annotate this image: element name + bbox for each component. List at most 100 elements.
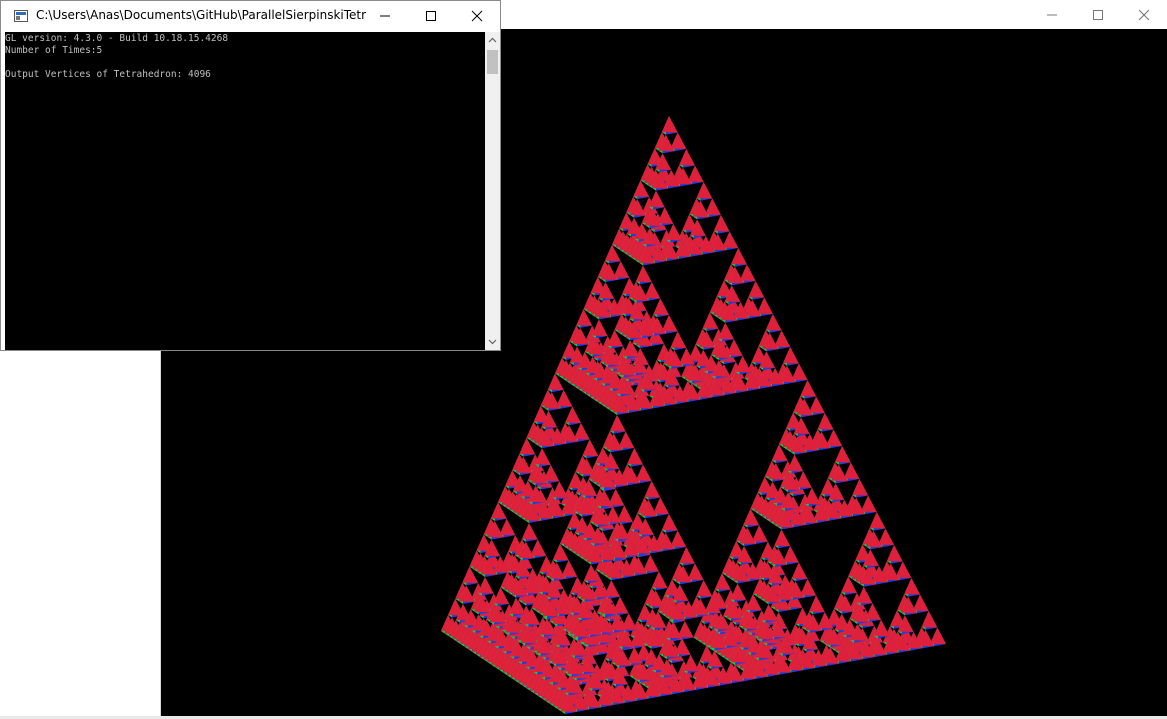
- fractal-face: [582, 439, 599, 456]
- chevron-down-icon: [488, 339, 497, 345]
- fractal-face: [826, 429, 843, 446]
- fractal-face: [635, 464, 652, 481]
- console-vertical-scrollbar[interactable]: [485, 32, 500, 350]
- fractal-face: [791, 363, 808, 380]
- fractal-face: [869, 512, 886, 529]
- fractal-face: [561, 560, 578, 577]
- fractal-face: [661, 116, 678, 133]
- fractal-face: [796, 471, 812, 488]
- fractal-face: [591, 319, 608, 336]
- scroll-up-button[interactable]: [485, 32, 500, 48]
- fractal-face: [648, 190, 665, 208]
- fractal-face: [757, 297, 773, 314]
- fractal-face: [477, 577, 494, 594]
- fractal-face: [735, 355, 752, 373]
- fractal-face: [635, 265, 652, 282]
- fractal-face: [791, 562, 808, 579]
- maximize-icon: [1093, 9, 1103, 20]
- fractal-face: [783, 347, 799, 364]
- fractal-face: [627, 448, 643, 465]
- fractal-face: [873, 619, 890, 637]
- fractal-face: [856, 586, 873, 604]
- fractal-face: [670, 331, 687, 348]
- fractal-face: [809, 595, 825, 612]
- minimize-icon: [380, 15, 390, 16]
- fractal-face: [713, 215, 730, 232]
- fractal-face: [534, 448, 551, 465]
- fractal-face: [573, 423, 590, 440]
- fractal-face: [886, 545, 903, 562]
- console-maximize-button[interactable]: [408, 1, 454, 30]
- scroll-down-button[interactable]: [485, 334, 500, 350]
- gl-close-button[interactable]: [1121, 0, 1167, 29]
- close-icon: [471, 10, 483, 21]
- fractal-face: [683, 654, 700, 672]
- fractal-face: [726, 339, 743, 356]
- fractal-face: [817, 413, 834, 430]
- fractal-face: [552, 481, 568, 498]
- console-window-controls: [362, 1, 500, 32]
- fractal-face: [730, 583, 747, 600]
- chevron-up-icon: [488, 37, 497, 43]
- fractal-face: [921, 611, 938, 628]
- console-line-output-vertices: Output Vertices of Tetrahedron: 4096: [5, 69, 211, 80]
- fractal-face: [696, 580, 713, 597]
- fractal-face: [556, 390, 573, 407]
- fractal-face: [609, 415, 626, 432]
- fractal-face: [731, 248, 747, 265]
- fractal-face: [843, 462, 860, 479]
- fractal-face: [613, 261, 630, 278]
- close-icon: [1138, 9, 1150, 20]
- fractal-face: [774, 529, 791, 546]
- desktop-background-strip: [0, 350, 161, 719]
- fractal-face: [687, 165, 704, 182]
- fractal-face: [543, 464, 560, 482]
- fractal-face: [657, 207, 674, 224]
- fractal-face: [530, 539, 547, 556]
- gl-window-controls: [1029, 0, 1167, 29]
- console-close-button[interactable]: [454, 1, 500, 30]
- fractal-face: [679, 547, 695, 564]
- fractal-face: [783, 546, 799, 563]
- fractal-face: [674, 638, 691, 655]
- fractal-face: [705, 198, 721, 215]
- fractal-face: [670, 530, 687, 547]
- fractal-face: [499, 518, 516, 536]
- fractal-face: [696, 182, 713, 199]
- fractal-face: [804, 487, 821, 505]
- console-window[interactable]: C:\Users\Anas\Documents\GitHub\ParallelS…: [0, 0, 501, 351]
- console-minimize-button[interactable]: [362, 1, 408, 30]
- fractal-face: [904, 578, 921, 595]
- fractal-face: [752, 525, 768, 542]
- fractal-face: [930, 627, 946, 644]
- fractal-face: [687, 563, 704, 580]
- console-line-number-of-times: Number of Times:5: [5, 45, 103, 56]
- fractal-face: [895, 561, 912, 578]
- console-app-icon[interactable]: [14, 10, 28, 22]
- fractal-face: [644, 282, 661, 299]
- fractal-face: [800, 579, 817, 596]
- console-output[interactable]: GL version: 4.3.0 - Build 10.18.15.4268 …: [5, 32, 485, 350]
- fractal-face: [653, 497, 669, 514]
- fractal-face: [679, 149, 695, 166]
- fractal-face: [787, 454, 804, 472]
- fractal-face: [643, 555, 659, 572]
- fractal-face: [809, 396, 825, 413]
- fractal-face: [739, 264, 756, 281]
- fractal-face: [718, 322, 734, 340]
- console-line-gl-version: GL version: 4.3.0 - Build 10.18.15.4268: [5, 33, 229, 44]
- console-window-title: C:\Users\Anas\Documents\GitHub\ParallelS…: [36, 8, 366, 22]
- fractal-face: [618, 431, 635, 448]
- console-line-blank: [5, 57, 485, 69]
- fractal-face: [661, 315, 678, 332]
- console-title-bar[interactable]: C:\Users\Anas\Documents\GitHub\ParallelS…: [1, 1, 500, 32]
- fractal-face: [774, 330, 791, 347]
- fractal-face: [765, 314, 782, 331]
- gl-maximize-button[interactable]: [1075, 0, 1121, 29]
- maximize-icon: [426, 10, 436, 21]
- fractal-face: [722, 231, 739, 248]
- scroll-thumb[interactable]: [487, 50, 498, 74]
- gl-minimize-button[interactable]: [1029, 0, 1075, 29]
- fractal-face: [912, 594, 929, 611]
- fractal-face: [605, 506, 622, 523]
